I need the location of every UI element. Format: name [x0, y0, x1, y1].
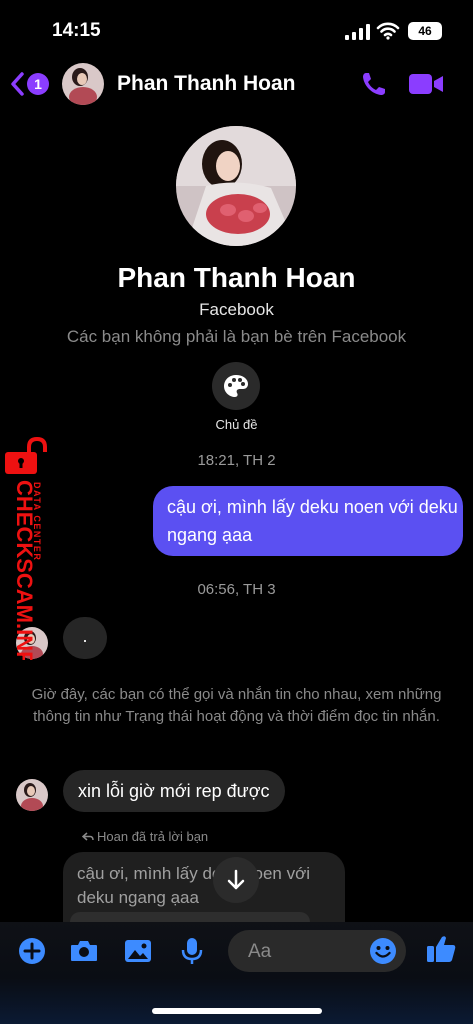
theme-button[interactable]: [212, 362, 260, 410]
reply-label-text: Hoan đã trả lời bạn: [97, 829, 209, 844]
wifi-icon: [376, 22, 400, 40]
photo-gallery-icon[interactable]: [123, 936, 153, 966]
thumbs-up-icon[interactable]: [424, 932, 458, 966]
reply-indicator: Hoan đã trả lời bạn: [81, 829, 209, 844]
home-indicator: [152, 1008, 322, 1014]
friendship-note: Các bạn không phải là bạn bè trên Facebo…: [66, 327, 407, 346]
system-notice: Giờ đây, các bạn có thể gọi và nhắn tin …: [31, 686, 442, 725]
phone-call-icon[interactable]: [360, 70, 388, 98]
status-time: 14:15: [52, 20, 101, 41]
message-input-placeholder: Aa: [248, 941, 272, 962]
timestamp: 06:56, TH 3: [197, 581, 276, 598]
outgoing-message[interactable]: cậu ơi, mình lấy deku noen với deku ngan…: [153, 486, 463, 556]
watermark-subtext: DATA CENTER: [32, 482, 42, 561]
unread-count-badge[interactable]: 1: [27, 73, 49, 95]
incoming-message[interactable]: xin lỗi giờ mới rep được: [63, 770, 285, 812]
contact-avatar[interactable]: [62, 63, 104, 105]
emoji-icon[interactable]: [368, 936, 398, 966]
profile-name: Phan Thanh Hoan: [117, 262, 356, 293]
svg-text:DATA CENTER: DATA CENTER: [32, 482, 42, 561]
profile-photo[interactable]: [176, 126, 296, 246]
plus-icon[interactable]: [17, 936, 47, 966]
timestamp: 18:21, TH 2: [197, 452, 276, 469]
reply-arrow-icon: [81, 832, 94, 841]
theme-label: Chủ đề: [215, 417, 258, 432]
microphone-icon[interactable]: [177, 936, 207, 966]
camera-icon[interactable]: [69, 936, 99, 966]
battery-indicator: 46: [408, 22, 442, 40]
cellular-signal-icon: [345, 24, 370, 40]
scroll-to-bottom-button[interactable]: [213, 857, 259, 903]
contact-name[interactable]: Phan Thanh Hoan: [117, 72, 296, 96]
incoming-message[interactable]: .: [63, 617, 107, 659]
palette-icon: [224, 375, 248, 397]
lock-icon: [5, 436, 47, 474]
profile-source: Facebook: [199, 300, 274, 319]
video-call-icon[interactable]: [408, 70, 444, 98]
arrow-down-icon: [227, 869, 245, 890]
sender-avatar[interactable]: [16, 779, 48, 811]
